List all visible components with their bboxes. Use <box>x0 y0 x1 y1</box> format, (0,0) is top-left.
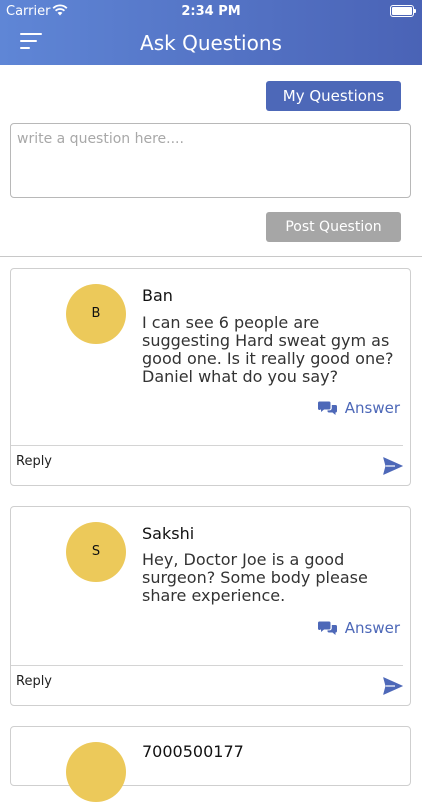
author-name: Sakshi <box>142 524 195 543</box>
battery-icon <box>390 5 416 17</box>
page-title: Ask Questions <box>140 31 282 55</box>
question-text: Hey, Doctor Joe is a good surgeon? Some … <box>142 550 368 605</box>
my-questions-button[interactable]: My Questions <box>266 81 401 111</box>
chat-bubbles-icon <box>317 621 337 635</box>
question-text: I can see 6 people are suggesting Hard s… <box>142 313 394 386</box>
divider <box>0 256 422 257</box>
divider <box>11 445 403 446</box>
answer-label: Answer <box>344 399 400 417</box>
chat-bubbles-icon <box>317 401 337 415</box>
divider <box>11 665 403 666</box>
question-card: S Sakshi Hey, Doctor Joe is a good surge… <box>10 506 411 706</box>
question-card: B Ban I can see 6 people are suggesting … <box>10 268 411 486</box>
status-time: 2:34 PM <box>181 4 241 19</box>
avatar: B <box>66 284 126 344</box>
question-input[interactable] <box>10 123 411 198</box>
header-bar: Carrier 2:34 PM Ask Questions <box>0 0 422 65</box>
author-name: 7000500177 <box>142 742 244 761</box>
answer-button[interactable]: Answer <box>317 399 400 417</box>
status-bar: Carrier 2:34 PM <box>0 0 422 22</box>
answer-button[interactable]: Answer <box>317 619 400 637</box>
reply-input[interactable]: Reply <box>16 454 52 469</box>
reply-input[interactable]: Reply <box>16 674 52 689</box>
send-icon[interactable] <box>383 677 403 695</box>
author-name: Ban <box>142 286 173 305</box>
question-card: 7000500177 <box>10 726 411 802</box>
post-question-button[interactable]: Post Question <box>266 212 401 242</box>
answer-label: Answer <box>344 619 400 637</box>
avatar <box>66 742 126 802</box>
send-icon[interactable] <box>383 457 403 475</box>
avatar: S <box>66 522 126 582</box>
